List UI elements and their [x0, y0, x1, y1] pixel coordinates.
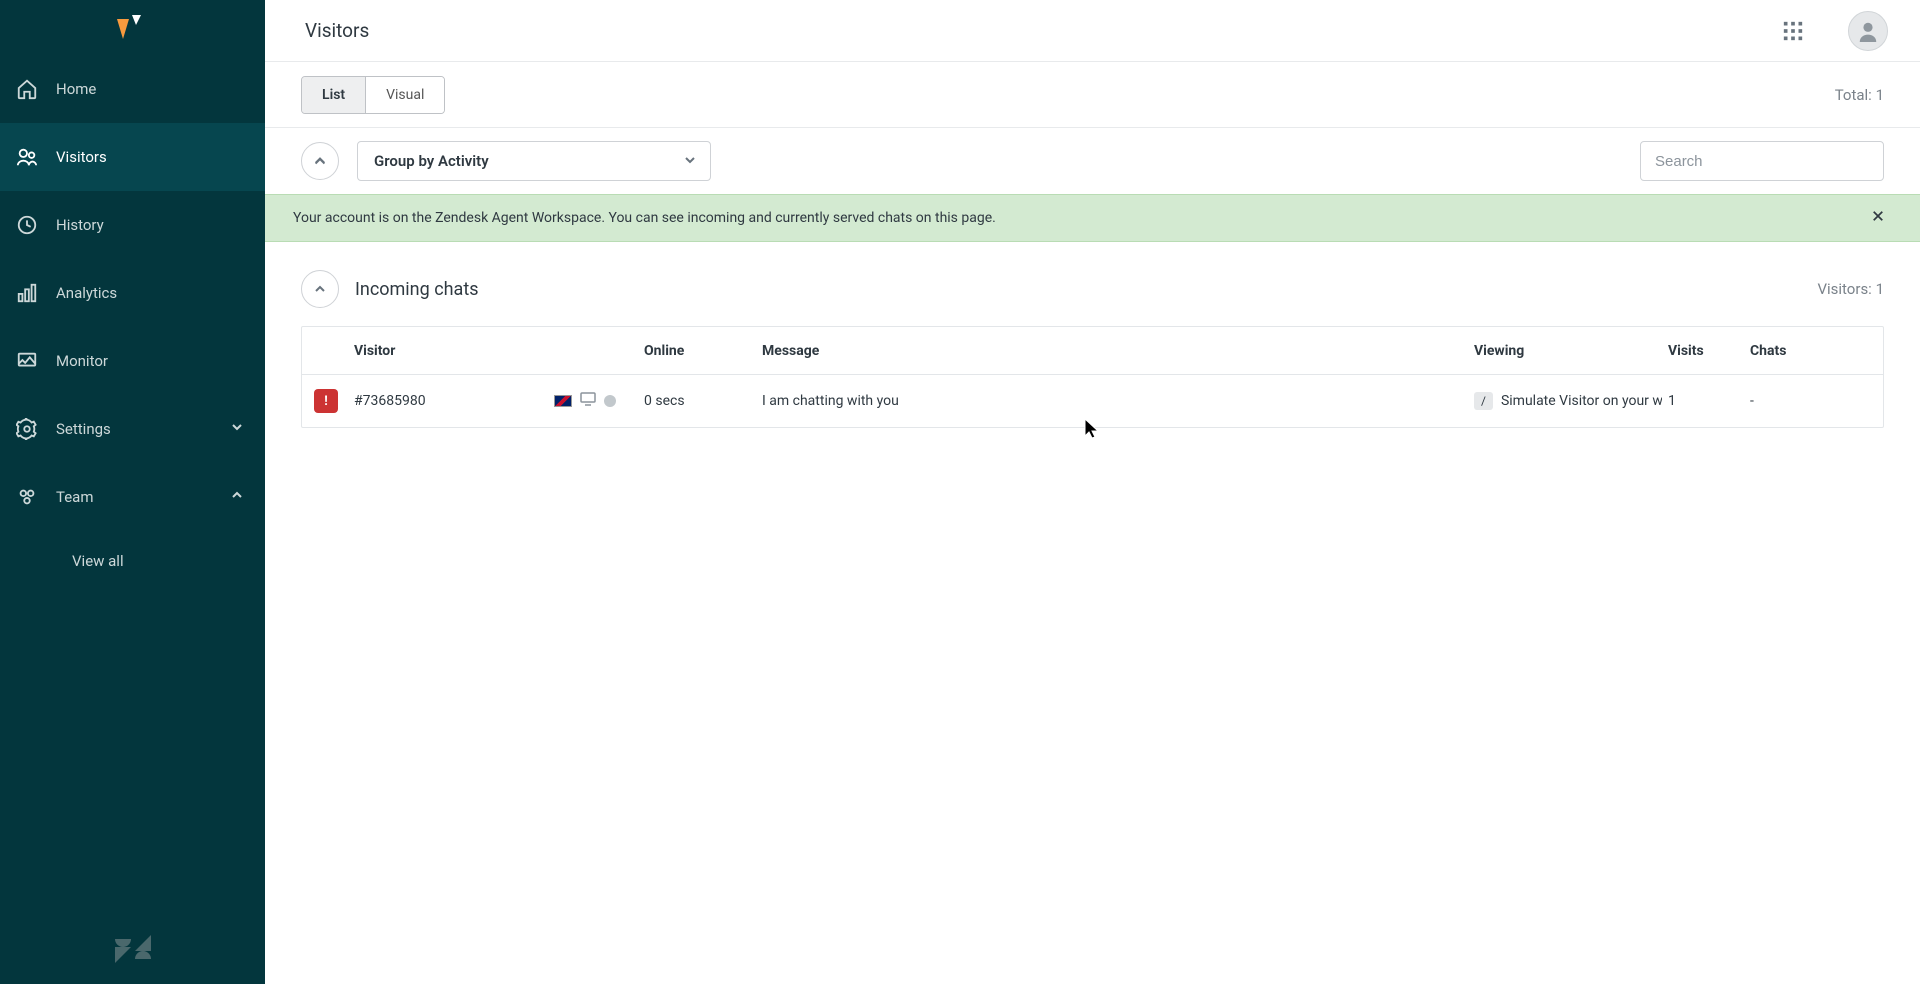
view-visual-tab[interactable]: Visual: [366, 77, 444, 113]
view-list-tab[interactable]: List: [302, 77, 366, 113]
view-list-label: List: [322, 87, 345, 103]
view-visual-label: Visual: [386, 87, 424, 103]
total-label: Total:: [1835, 86, 1872, 104]
section-title: Incoming chats: [355, 279, 479, 300]
nav-team[interactable]: Team: [0, 463, 265, 531]
cell-visits: 1: [1662, 393, 1744, 409]
table-row[interactable]: ! #73685980 0 secs I am chatting with yo…: [302, 375, 1883, 427]
col-visits[interactable]: Visits: [1662, 343, 1744, 359]
banner-close-icon[interactable]: [1872, 210, 1884, 226]
nav-label: Analytics: [56, 286, 117, 301]
total-value: 1: [1876, 86, 1884, 104]
group-by-label: Group by Activity: [374, 152, 489, 170]
cell-viewing: / Simulate Visitor on your website - Zen…: [1468, 392, 1662, 410]
presence-idle-icon: [604, 395, 616, 407]
visitors-table: Visitor Online Message Viewing Visits Ch…: [301, 326, 1884, 428]
collapse-all-button[interactable]: [301, 142, 339, 180]
nav-label: Home: [56, 82, 96, 97]
cell-origin: [548, 392, 638, 410]
section-collapse-button[interactable]: [301, 270, 339, 308]
col-chats[interactable]: Chats: [1744, 343, 1844, 359]
chevron-down-icon: [684, 152, 696, 170]
search-input[interactable]: [1640, 141, 1884, 181]
viewing-path-badge: /: [1474, 392, 1493, 410]
col-visitor[interactable]: Visitor: [348, 343, 548, 359]
status-badge-text: !: [324, 394, 328, 409]
nav-label: Visitors: [56, 150, 107, 165]
flag-gb-icon: [554, 395, 572, 407]
zendesk-logo: [0, 924, 265, 984]
chevron-down-icon: [231, 421, 243, 437]
group-by-dropdown[interactable]: Group by Activity: [357, 141, 711, 181]
nav-team-view-all[interactable]: View all: [0, 531, 265, 591]
device-desktop-icon: [580, 392, 596, 410]
visitors-count-label: Visitors:: [1817, 280, 1871, 298]
banner-text: Your account is on the Zendesk Agent Wor…: [289, 210, 1872, 226]
nav-label: Team: [56, 490, 94, 505]
visitors-count: Visitors: 1: [1817, 280, 1884, 298]
nav-analytics[interactable]: Analytics: [0, 259, 265, 327]
col-online[interactable]: Online: [638, 343, 756, 359]
cell-chats: -: [1744, 393, 1844, 409]
user-avatar[interactable]: [1848, 11, 1888, 51]
incoming-chats-header: Incoming chats Visitors: 1: [265, 242, 1920, 326]
nav-home[interactable]: Home: [0, 55, 265, 123]
viewing-title: Simulate Visitor on your website - Zende…: [1501, 393, 1662, 409]
col-viewing[interactable]: Viewing: [1468, 343, 1662, 359]
workspace-banner: Your account is on the Zendesk Agent Wor…: [265, 194, 1920, 242]
col-message[interactable]: Message: [756, 343, 1468, 359]
apps-grid-icon[interactable]: [1782, 20, 1804, 42]
nav-settings[interactable]: Settings: [0, 395, 265, 463]
nav-sublabel: View all: [72, 552, 124, 570]
view-toolbar: List Visual Total: 1: [265, 62, 1920, 128]
nav-visitors[interactable]: Visitors: [0, 123, 265, 191]
cell-online: 0 secs: [638, 393, 756, 409]
nav-label: Monitor: [56, 354, 108, 369]
cell-message: I am chatting with you: [756, 393, 1468, 409]
nav-monitor[interactable]: Monitor: [0, 327, 265, 395]
total-count: Total: 1: [1835, 86, 1884, 104]
table-header-row: Visitor Online Message Viewing Visits Ch…: [302, 327, 1883, 375]
filter-bar: Group by Activity: [265, 128, 1920, 194]
nav-label: History: [56, 218, 104, 233]
chevron-up-icon: [231, 489, 243, 505]
sidebar: Home Visitors History Analytics Monitor …: [0, 0, 265, 984]
visitors-count-value: 1: [1876, 280, 1884, 298]
product-logo: [0, 0, 265, 55]
nav-label: Settings: [56, 422, 111, 437]
topbar: Visitors: [265, 0, 1920, 62]
main-content: Visitors List Visual Total: 1 Group by A…: [265, 0, 1920, 984]
urgent-status-icon: !: [314, 389, 338, 413]
page-title: Visitors: [305, 19, 369, 42]
nav-history[interactable]: History: [0, 191, 265, 259]
cell-visitor: #73685980: [348, 393, 548, 409]
view-toggle: List Visual: [301, 76, 445, 114]
